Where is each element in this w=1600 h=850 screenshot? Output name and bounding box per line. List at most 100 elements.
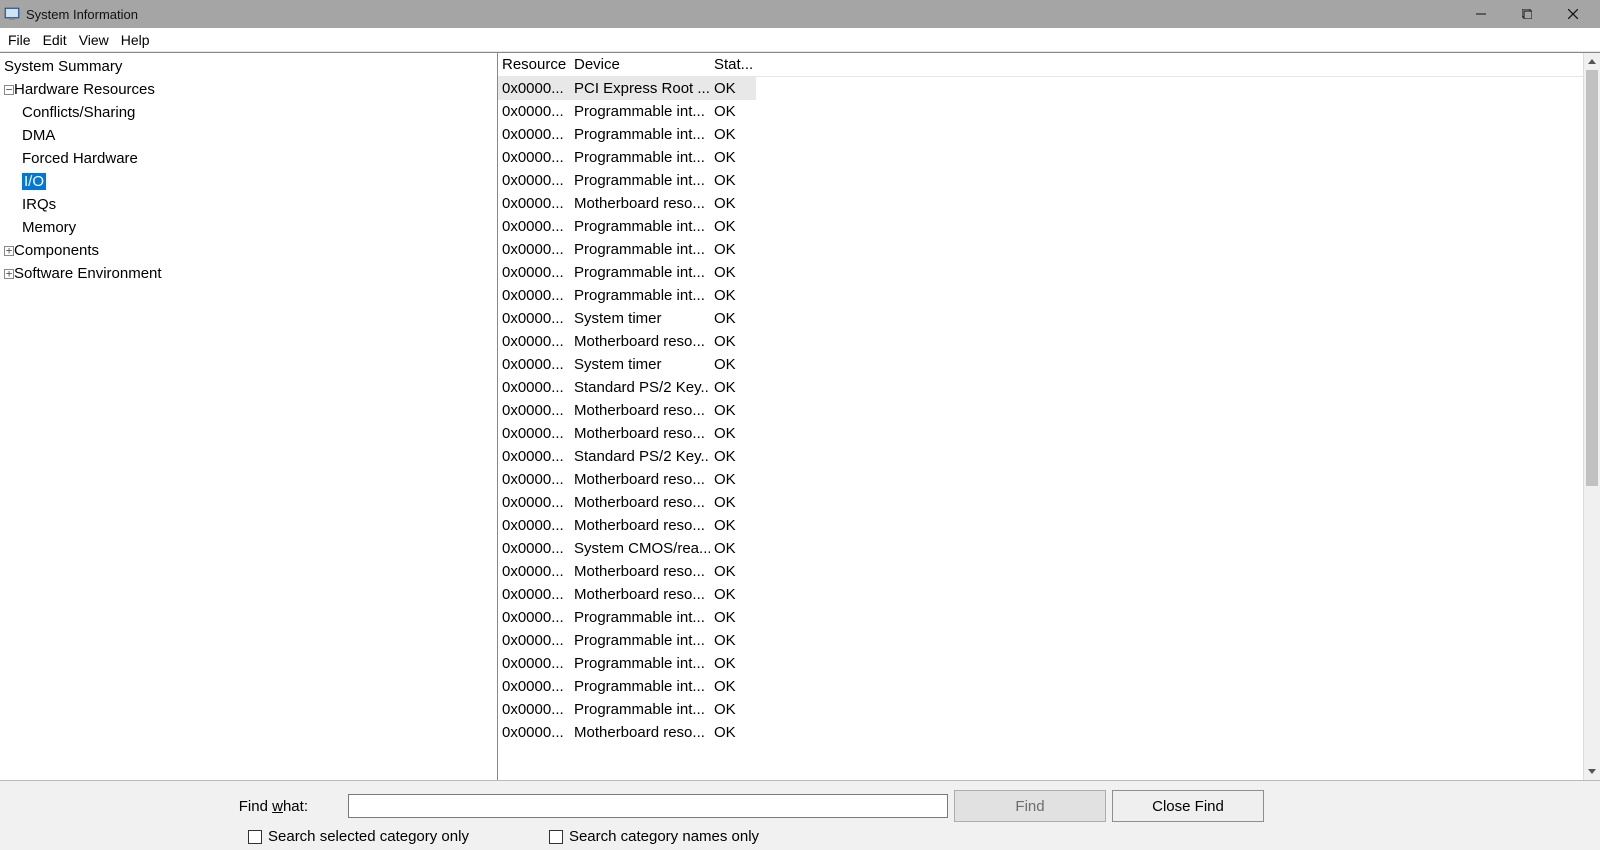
cell-device: Programmable int...	[570, 238, 710, 261]
table-row[interactable]: 0x0000...Programmable int...OK	[498, 123, 1600, 146]
tree-item[interactable]: +Components	[0, 239, 497, 262]
menu-help[interactable]: Help	[115, 30, 156, 50]
tree-item[interactable]: +Software Environment	[0, 262, 497, 285]
table-row[interactable]: 0x0000...PCI Express Root ...OK	[498, 77, 1600, 100]
list-body[interactable]: 0x0000...PCI Express Root ...OK0x0000...…	[498, 77, 1600, 780]
cell-device: System CMOS/rea...	[570, 537, 710, 560]
maximize-button[interactable]	[1504, 0, 1550, 28]
table-row[interactable]: 0x0000...Standard PS/2 Key...OK	[498, 376, 1600, 399]
table-row[interactable]: 0x0000...Programmable int...OK	[498, 215, 1600, 238]
cell-resource: 0x0000...	[498, 399, 570, 422]
table-row[interactable]: 0x0000...Programmable int...OK	[498, 146, 1600, 169]
titlebar[interactable]: System Information	[0, 0, 1600, 28]
scroll-up-button[interactable]	[1584, 53, 1600, 70]
cell-resource: 0x0000...	[498, 514, 570, 537]
find-input[interactable]	[348, 794, 948, 818]
minimize-button[interactable]	[1458, 0, 1504, 28]
table-row[interactable]: 0x0000...Motherboard reso...OK	[498, 422, 1600, 445]
table-row[interactable]: 0x0000...Programmable int...OK	[498, 698, 1600, 721]
table-row[interactable]: 0x0000...Programmable int...OK	[498, 629, 1600, 652]
menu-edit[interactable]: Edit	[37, 30, 73, 50]
list-header[interactable]: Resource Device Stat...	[498, 53, 1600, 77]
cell-status: OK	[710, 491, 756, 514]
cell-resource: 0x0000...	[498, 146, 570, 169]
table-row[interactable]: 0x0000...Programmable int...OK	[498, 606, 1600, 629]
table-row[interactable]: 0x0000...Motherboard reso...OK	[498, 491, 1600, 514]
table-row[interactable]: 0x0000...Standard PS/2 Key...OK	[498, 445, 1600, 468]
cell-status: OK	[710, 261, 756, 284]
find-panel: Find what: Find Close Find Search select…	[0, 780, 1600, 850]
tree-item[interactable]: System Summary	[0, 55, 497, 78]
column-resource[interactable]: Resource	[498, 53, 570, 76]
tree-item[interactable]: IRQs	[0, 193, 497, 216]
cell-resource: 0x0000...	[498, 698, 570, 721]
table-row[interactable]: 0x0000...System CMOS/rea...OK	[498, 537, 1600, 560]
checkbox-search-category-names[interactable]: Search category names only	[549, 828, 759, 845]
menu-file[interactable]: File	[2, 30, 37, 50]
table-row[interactable]: 0x0000...Motherboard reso...OK	[498, 721, 1600, 744]
table-row[interactable]: 0x0000...Programmable int...OK	[498, 261, 1600, 284]
cell-status: OK	[710, 721, 756, 744]
table-row[interactable]: 0x0000...Motherboard reso...OK	[498, 583, 1600, 606]
table-row[interactable]: 0x0000...Motherboard reso...OK	[498, 192, 1600, 215]
table-row[interactable]: 0x0000...Programmable int...OK	[498, 652, 1600, 675]
cell-resource: 0x0000...	[498, 583, 570, 606]
close-find-button[interactable]: Close Find	[1112, 790, 1264, 822]
collapse-icon[interactable]: −	[4, 85, 14, 95]
tree-item-label: Components	[14, 242, 99, 259]
scroll-down-button[interactable]	[1584, 763, 1600, 780]
cell-resource: 0x0000...	[498, 192, 570, 215]
tree-item[interactable]: Forced Hardware	[0, 147, 497, 170]
cell-resource: 0x0000...	[498, 330, 570, 353]
cell-status: OK	[710, 445, 756, 468]
tree-item-label: Memory	[22, 219, 76, 236]
checkbox-box-icon	[549, 830, 563, 844]
tree-item[interactable]: Conflicts/Sharing	[0, 101, 497, 124]
table-row[interactable]: 0x0000...Motherboard reso...OK	[498, 468, 1600, 491]
cell-resource: 0x0000...	[498, 77, 570, 100]
checkbox-label-category-names: Search category names only	[569, 828, 759, 845]
cell-status: OK	[710, 652, 756, 675]
scroll-thumb[interactable]	[1586, 70, 1598, 486]
table-row[interactable]: 0x0000...Programmable int...OK	[498, 238, 1600, 261]
checkbox-search-selected[interactable]: Search selected category only	[248, 828, 469, 845]
expand-icon[interactable]: +	[4, 269, 14, 279]
vertical-scrollbar[interactable]	[1583, 53, 1600, 780]
tree-item[interactable]: I/O	[0, 170, 497, 193]
cell-device: Programmable int...	[570, 675, 710, 698]
table-row[interactable]: 0x0000...Programmable int...OK	[498, 675, 1600, 698]
table-row[interactable]: 0x0000...Programmable int...OK	[498, 100, 1600, 123]
tree-item[interactable]: Memory	[0, 216, 497, 239]
cell-resource: 0x0000...	[498, 629, 570, 652]
table-row[interactable]: 0x0000...System timerOK	[498, 353, 1600, 376]
table-row[interactable]: 0x0000...Programmable int...OK	[498, 284, 1600, 307]
app-icon	[4, 6, 20, 22]
menu-view[interactable]: View	[73, 30, 115, 50]
cell-status: OK	[710, 192, 756, 215]
table-row[interactable]: 0x0000...System timerOK	[498, 307, 1600, 330]
table-row[interactable]: 0x0000...Motherboard reso...OK	[498, 560, 1600, 583]
table-row[interactable]: 0x0000...Motherboard reso...OK	[498, 399, 1600, 422]
tree-item[interactable]: DMA	[0, 124, 497, 147]
category-tree[interactable]: System Summary−Hardware ResourcesConflic…	[0, 53, 498, 780]
column-status[interactable]: Stat...	[710, 53, 756, 76]
tree-item[interactable]: −Hardware Resources	[0, 78, 497, 101]
cell-device: Programmable int...	[570, 215, 710, 238]
cell-status: OK	[710, 215, 756, 238]
table-row[interactable]: 0x0000...Programmable int...OK	[498, 169, 1600, 192]
find-button[interactable]: Find	[954, 790, 1106, 822]
column-device[interactable]: Device	[570, 53, 710, 76]
cell-status: OK	[710, 583, 756, 606]
table-row[interactable]: 0x0000...Motherboard reso...OK	[498, 330, 1600, 353]
tree-item-label: IRQs	[22, 196, 56, 213]
cell-device: Motherboard reso...	[570, 330, 710, 353]
table-row[interactable]: 0x0000...Motherboard reso...OK	[498, 514, 1600, 537]
close-button[interactable]	[1550, 0, 1596, 28]
tree-item-label: Forced Hardware	[22, 150, 138, 167]
find-label-hotkey: w	[272, 798, 283, 815]
scroll-track[interactable]	[1584, 70, 1600, 763]
tree-item-label: I/O	[22, 173, 46, 190]
cell-resource: 0x0000...	[498, 376, 570, 399]
expand-icon[interactable]: +	[4, 246, 14, 256]
cell-status: OK	[710, 376, 756, 399]
